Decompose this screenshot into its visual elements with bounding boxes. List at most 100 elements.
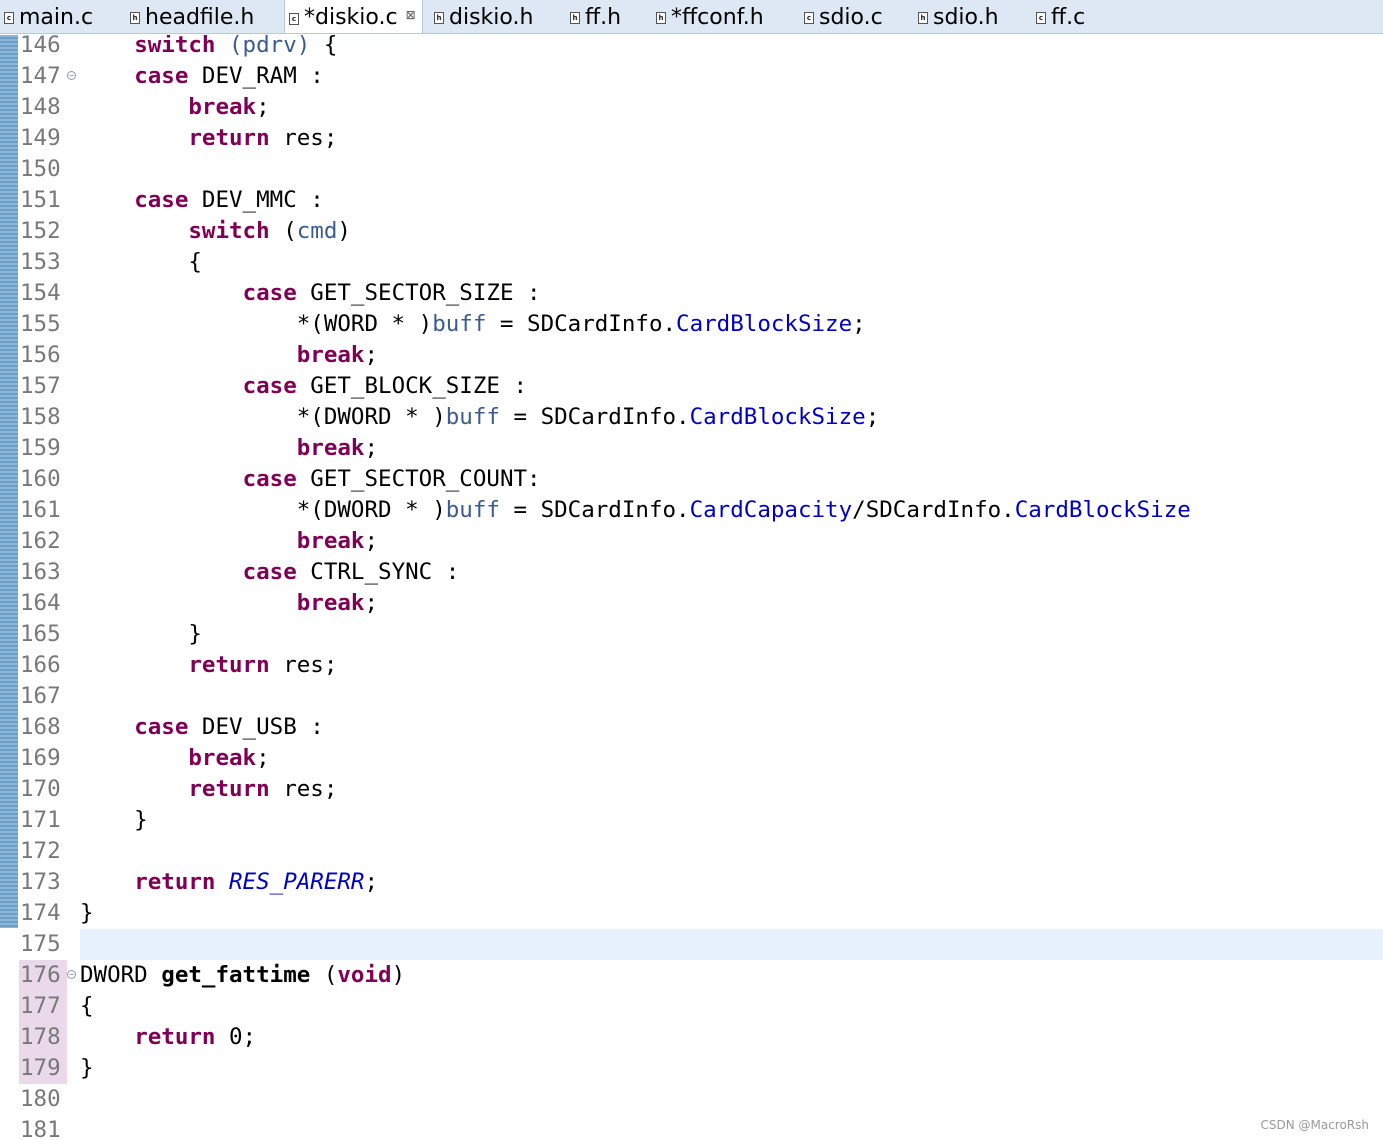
code-text[interactable]: return res;: [80, 123, 1383, 154]
code-editor[interactable]: 146 switch (pdrv) {147− case DEV_RAM :14…: [0, 35, 1383, 1140]
code-line[interactable]: 148 break;: [0, 92, 1383, 123]
fold-toggle-icon[interactable]: −: [67, 970, 76, 979]
c-file-icon: c: [804, 12, 814, 24]
code-text[interactable]: [80, 154, 1383, 185]
code-line[interactable]: 161 *(DWORD * )buff = SDCardInfo.CardCap…: [0, 495, 1383, 526]
code-line[interactable]: 151 case DEV_MMC :: [0, 185, 1383, 216]
code-line[interactable]: 157 case GET_BLOCK_SIZE :: [0, 371, 1383, 402]
code-line[interactable]: 152 switch (cmd): [0, 216, 1383, 247]
tab-sdio-c[interactable]: c sdio.c: [800, 0, 883, 33]
code-line[interactable]: 154 case GET_SECTOR_SIZE :: [0, 278, 1383, 309]
line-number: 180: [20, 1086, 61, 1112]
code-text[interactable]: break;: [80, 526, 1383, 557]
line-number: 161: [20, 497, 61, 523]
code-token: ;: [364, 342, 379, 368]
code-text[interactable]: case CTRL_SYNC :: [80, 557, 1383, 588]
code-text[interactable]: return res;: [80, 650, 1383, 681]
code-text[interactable]: break;: [80, 588, 1383, 619]
code-line[interactable]: 180: [0, 1084, 1383, 1115]
code-text[interactable]: case DEV_RAM :: [80, 61, 1383, 92]
code-text[interactable]: case DEV_MMC :: [80, 185, 1383, 216]
code-line[interactable]: 172: [0, 836, 1383, 867]
code-text[interactable]: }: [80, 619, 1383, 650]
code-text[interactable]: [80, 1115, 1383, 1140]
code-text[interactable]: *(DWORD * )buff = SDCardInfo.CardBlockSi…: [80, 402, 1383, 433]
code-line[interactable]: 176− DWORD get_fattime (void): [0, 960, 1383, 991]
code-text[interactable]: switch (cmd): [80, 216, 1383, 247]
code-text[interactable]: {: [80, 247, 1383, 278]
code-line[interactable]: 181: [0, 1115, 1383, 1140]
code-text[interactable]: }: [80, 805, 1383, 836]
code-text[interactable]: case GET_SECTOR_COUNT:: [80, 464, 1383, 495]
code-text[interactable]: DWORD get_fattime (void): [80, 960, 1383, 991]
code-text[interactable]: break;: [80, 340, 1383, 371]
tab-diskio-h[interactable]: h diskio.h: [430, 0, 533, 33]
code-line[interactable]: 164 break;: [0, 588, 1383, 619]
code-line[interactable]: 149 return res;: [0, 123, 1383, 154]
code-text[interactable]: break;: [80, 433, 1383, 464]
tab-headfile-h[interactable]: h headfile.h: [126, 0, 254, 33]
code-text[interactable]: }: [80, 898, 1383, 929]
tab-label: ff.c: [1051, 4, 1086, 30]
code-text[interactable]: [80, 929, 1383, 960]
code-text[interactable]: break;: [80, 92, 1383, 123]
code-line[interactable]: 170 return res;: [0, 774, 1383, 805]
code-token: *(DWORD * ): [80, 404, 446, 430]
code-text[interactable]: }: [80, 1053, 1383, 1084]
code-line[interactable]: 175: [0, 929, 1383, 960]
code-text[interactable]: *(WORD * )buff = SDCardInfo.CardBlockSiz…: [80, 309, 1383, 340]
tab-diskio-c[interactable]: c *diskio.c ⊠: [284, 0, 423, 33]
code-line[interactable]: 150: [0, 154, 1383, 185]
fold-toggle-icon[interactable]: −: [67, 71, 76, 80]
code-line[interactable]: 179}: [0, 1053, 1383, 1084]
code-text[interactable]: return res;: [80, 774, 1383, 805]
code-text[interactable]: [80, 1084, 1383, 1115]
code-line[interactable]: 155 *(WORD * )buff = SDCardInfo.CardBloc…: [0, 309, 1383, 340]
code-text[interactable]: case DEV_USB :: [80, 712, 1383, 743]
code-token: ;: [364, 590, 379, 616]
code-line[interactable]: 173 return RES_PARERR;: [0, 867, 1383, 898]
tab-ff-c[interactable]: c ff.c: [1032, 0, 1086, 33]
code-text[interactable]: return 0;: [80, 1022, 1383, 1053]
code-text[interactable]: case GET_SECTOR_SIZE :: [80, 278, 1383, 309]
tab-sdio-h[interactable]: h sdio.h: [914, 0, 999, 33]
code-line[interactable]: 171 }: [0, 805, 1383, 836]
line-number: 164: [20, 590, 61, 616]
code-line[interactable]: 163 case CTRL_SYNC :: [0, 557, 1383, 588]
tab-ff-h[interactable]: h ff.h: [566, 0, 621, 33]
code-line[interactable]: 168 case DEV_USB :: [0, 712, 1383, 743]
code-line[interactable]: 167: [0, 681, 1383, 712]
code-text[interactable]: break;: [80, 743, 1383, 774]
code-line[interactable]: 158 *(DWORD * )buff = SDCardInfo.CardBlo…: [0, 402, 1383, 433]
code-line[interactable]: 156 break;: [0, 340, 1383, 371]
code-line[interactable]: 159 break;: [0, 433, 1383, 464]
c-file-icon: c: [1036, 12, 1046, 24]
close-icon[interactable]: ⊠: [406, 8, 416, 22]
code-token: = SDCardInfo.: [486, 311, 677, 337]
tab-ffconf-h[interactable]: h *ffconf.h: [652, 0, 764, 33]
code-text[interactable]: case GET_BLOCK_SIZE :: [80, 371, 1383, 402]
code-text[interactable]: [80, 836, 1383, 867]
code-token: = SDCardInfo.: [499, 404, 690, 430]
code-line[interactable]: 174}: [0, 898, 1383, 929]
code-text[interactable]: {: [80, 991, 1383, 1022]
code-text[interactable]: [80, 681, 1383, 712]
code-line[interactable]: 146 switch (pdrv) {: [0, 35, 1383, 61]
code-line[interactable]: 169 break;: [0, 743, 1383, 774]
code-line[interactable]: 178 return 0;: [0, 1022, 1383, 1053]
code-text[interactable]: switch (pdrv) {: [80, 35, 1383, 61]
line-number: 177: [19, 991, 67, 1022]
code-line[interactable]: 147− case DEV_RAM :: [0, 61, 1383, 92]
code-line[interactable]: 162 break;: [0, 526, 1383, 557]
code-text[interactable]: return RES_PARERR;: [80, 867, 1383, 898]
tab-label: sdio.h: [933, 4, 999, 30]
code-line[interactable]: 153 {: [0, 247, 1383, 278]
code-line[interactable]: 166 return res;: [0, 650, 1383, 681]
tab-main-c[interactable]: c main.c: [0, 0, 93, 33]
code-line[interactable]: 165 }: [0, 619, 1383, 650]
code-line[interactable]: 160 case GET_SECTOR_COUNT:: [0, 464, 1383, 495]
code-text[interactable]: *(DWORD * )buff = SDCardInfo.CardCapacit…: [80, 495, 1383, 526]
code-line[interactable]: 177 {: [0, 991, 1383, 1022]
